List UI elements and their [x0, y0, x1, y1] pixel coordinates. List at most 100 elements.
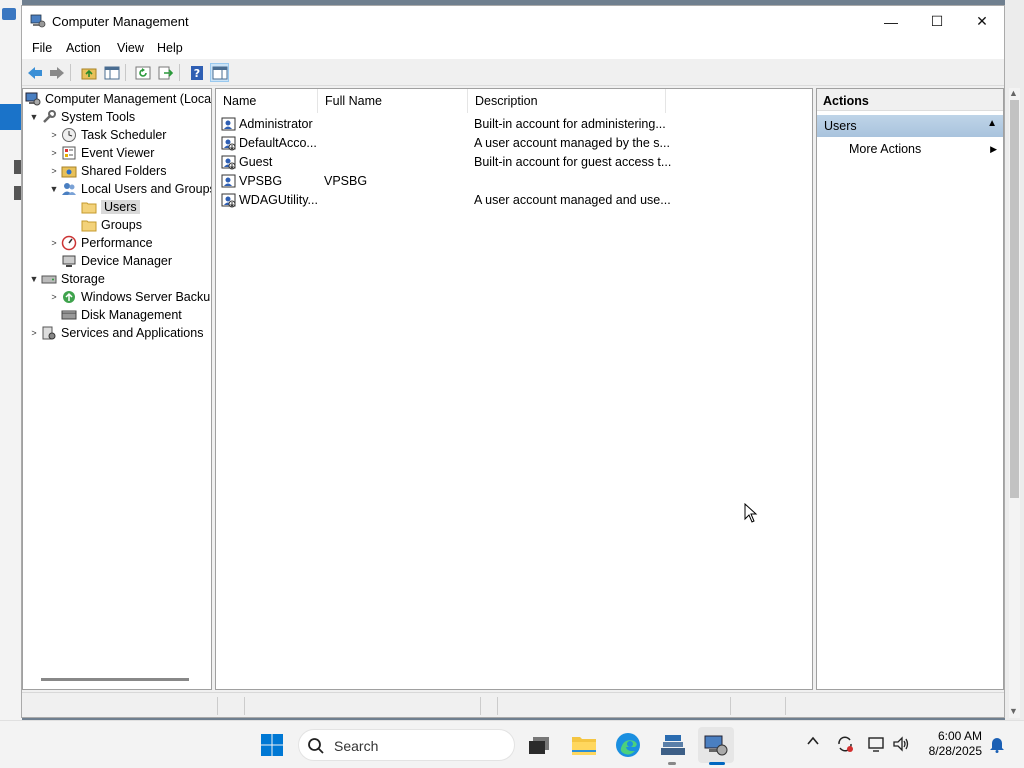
computer-management-icon: [30, 14, 46, 28]
collapse-up-icon[interactable]: ▲: [987, 118, 997, 129]
toolbar: ?: [22, 59, 1004, 86]
tree-node-local-users-and-groups[interactable]: ▼ Local Users and Groups: [47, 180, 211, 198]
forward-button[interactable]: [47, 63, 66, 82]
maximize-button[interactable]: ☐: [914, 6, 960, 37]
folder-icon: [81, 220, 97, 232]
show-hide-console-tree-button[interactable]: [102, 63, 121, 82]
taskbar-file-explorer[interactable]: [566, 727, 602, 763]
performance-icon: [61, 235, 77, 251]
server-manager-icon: [661, 735, 685, 755]
computer-management-icon: [25, 92, 41, 106]
menu-file[interactable]: File: [32, 41, 52, 55]
toolbar-separator: [70, 64, 71, 81]
menu-help[interactable]: Help: [157, 41, 183, 55]
running-indicator: [668, 762, 676, 765]
user-description: A user account managed by the s...: [474, 136, 670, 150]
status-separator: [730, 697, 731, 715]
toolbar-separator: [179, 64, 180, 81]
desktop-app-icon: [2, 8, 16, 20]
user-description: A user account managed and use...: [474, 193, 671, 207]
chevron-up-icon: [807, 736, 819, 745]
minimize-button[interactable]: —: [868, 6, 914, 37]
collapse-chevron-icon[interactable]: ▼: [47, 184, 61, 194]
taskbar-edge[interactable]: [610, 727, 646, 763]
tree-node-groups[interactable]: Groups: [81, 216, 142, 234]
toolbar-separator: [125, 64, 126, 81]
actions-section-users[interactable]: Users ▲: [817, 115, 1003, 137]
expand-chevron-icon[interactable]: >: [47, 238, 61, 248]
tray-sync-icon[interactable]: [836, 735, 854, 756]
export-list-button[interactable]: [156, 63, 175, 82]
collapse-chevron-icon[interactable]: ▼: [27, 112, 41, 122]
users-groups-icon: [62, 183, 76, 195]
status-separator: [785, 697, 786, 715]
show-hide-action-pane-button[interactable]: [210, 63, 229, 82]
column-header-name[interactable]: Name: [216, 89, 318, 113]
user-name: VPSBG: [239, 174, 283, 188]
tree-node-system-tools[interactable]: ▼ System Tools: [27, 108, 135, 126]
export-icon: [158, 66, 173, 79]
expand-chevron-icon[interactable]: >: [47, 148, 61, 158]
tree-node-services-and-applications[interactable]: > Services and Applications: [27, 324, 203, 342]
submenu-arrow-icon[interactable]: ▶: [990, 144, 997, 155]
expand-chevron-icon[interactable]: >: [47, 130, 61, 140]
menu-view[interactable]: View: [117, 41, 144, 55]
expand-chevron-icon[interactable]: >: [47, 292, 61, 302]
list-item[interactable]: DefaultAcco... A user account managed by…: [216, 134, 812, 153]
tree-node-device-manager[interactable]: Device Manager: [61, 252, 172, 270]
bell-icon: [990, 738, 1004, 753]
tree-node-users[interactable]: Users: [81, 198, 140, 216]
menu-bar: File Action View Help: [22, 37, 1004, 59]
back-button[interactable]: [25, 63, 44, 82]
expand-chevron-icon[interactable]: >: [27, 328, 41, 338]
tree-node-windows-server-backup[interactable]: > Windows Server Backup: [47, 288, 211, 306]
show-hidden-icons-chevron[interactable]: [806, 734, 820, 751]
user-name: Guest: [239, 155, 273, 169]
tree-node-computer-management[interactable]: Computer Management (Local: [25, 90, 211, 108]
tree-horizontal-scrollbar[interactable]: [41, 678, 189, 681]
user-description: Built-in account for guest access t...: [474, 155, 672, 169]
tree-node-shared-folders[interactable]: > Shared Folders: [47, 162, 166, 180]
menu-action[interactable]: Action: [66, 41, 101, 55]
list-item[interactable]: VPSBG VPSBG: [216, 172, 812, 191]
status-separator: [497, 697, 498, 715]
column-header-full-name[interactable]: Full Name: [318, 89, 468, 113]
start-button[interactable]: [254, 727, 290, 763]
list-item[interactable]: Administrator Built-in account for admin…: [216, 115, 812, 134]
column-header-description[interactable]: Description: [468, 89, 666, 113]
list-item[interactable]: Guest Built-in account for guest access …: [216, 153, 812, 172]
tray-network-icon[interactable]: [867, 735, 885, 756]
storage-icon: [41, 275, 57, 284]
taskbar-server-manager[interactable]: [655, 727, 691, 763]
up-one-level-button[interactable]: [79, 63, 98, 82]
scroll-up-icon[interactable]: ▲: [1009, 88, 1018, 98]
tree-node-disk-management[interactable]: Disk Management: [61, 306, 182, 324]
taskbar-task-view[interactable]: [521, 727, 557, 763]
console-tree[interactable]: Computer Management (Local ▼ System Tool…: [22, 88, 212, 690]
help-button[interactable]: ?: [187, 63, 206, 82]
background-scrollbar[interactable]: ▲ ▼: [1005, 0, 1024, 720]
tree-node-event-viewer[interactable]: > Event Viewer: [47, 144, 154, 162]
title-bar[interactable]: Computer Management — ☐ ✕: [22, 6, 1004, 37]
taskbar-clock[interactable]: 6:00 AM 8/28/2025: [908, 729, 982, 759]
user-full-name: VPSBG: [324, 174, 368, 188]
scrollbar-thumb[interactable]: [1010, 100, 1019, 498]
user-name: WDAGUtility...: [239, 193, 317, 207]
close-button[interactable]: ✕: [959, 6, 1005, 37]
refresh-button[interactable]: [133, 63, 152, 82]
window-title: Computer Management: [52, 14, 189, 29]
tree-node-storage[interactable]: ▼ Storage: [27, 270, 105, 288]
expand-chevron-icon[interactable]: >: [47, 166, 61, 176]
folder-icon: [81, 202, 97, 214]
more-actions-link[interactable]: More Actions: [849, 142, 921, 156]
users-list-view[interactable]: Name Full Name Description Administrator…: [215, 88, 813, 690]
folder-up-icon: [81, 68, 96, 79]
taskbar-computer-management[interactable]: [698, 727, 734, 763]
collapse-chevron-icon[interactable]: ▼: [27, 274, 41, 284]
scroll-down-icon[interactable]: ▼: [1009, 706, 1018, 716]
tree-node-task-scheduler[interactable]: > Task Scheduler: [47, 126, 166, 144]
tree-node-performance[interactable]: > Performance: [47, 234, 153, 252]
notifications-button[interactable]: [989, 735, 1005, 756]
list-item[interactable]: WDAGUtility... A user account managed an…: [216, 191, 812, 210]
taskbar-search-box[interactable]: Search: [298, 729, 515, 761]
